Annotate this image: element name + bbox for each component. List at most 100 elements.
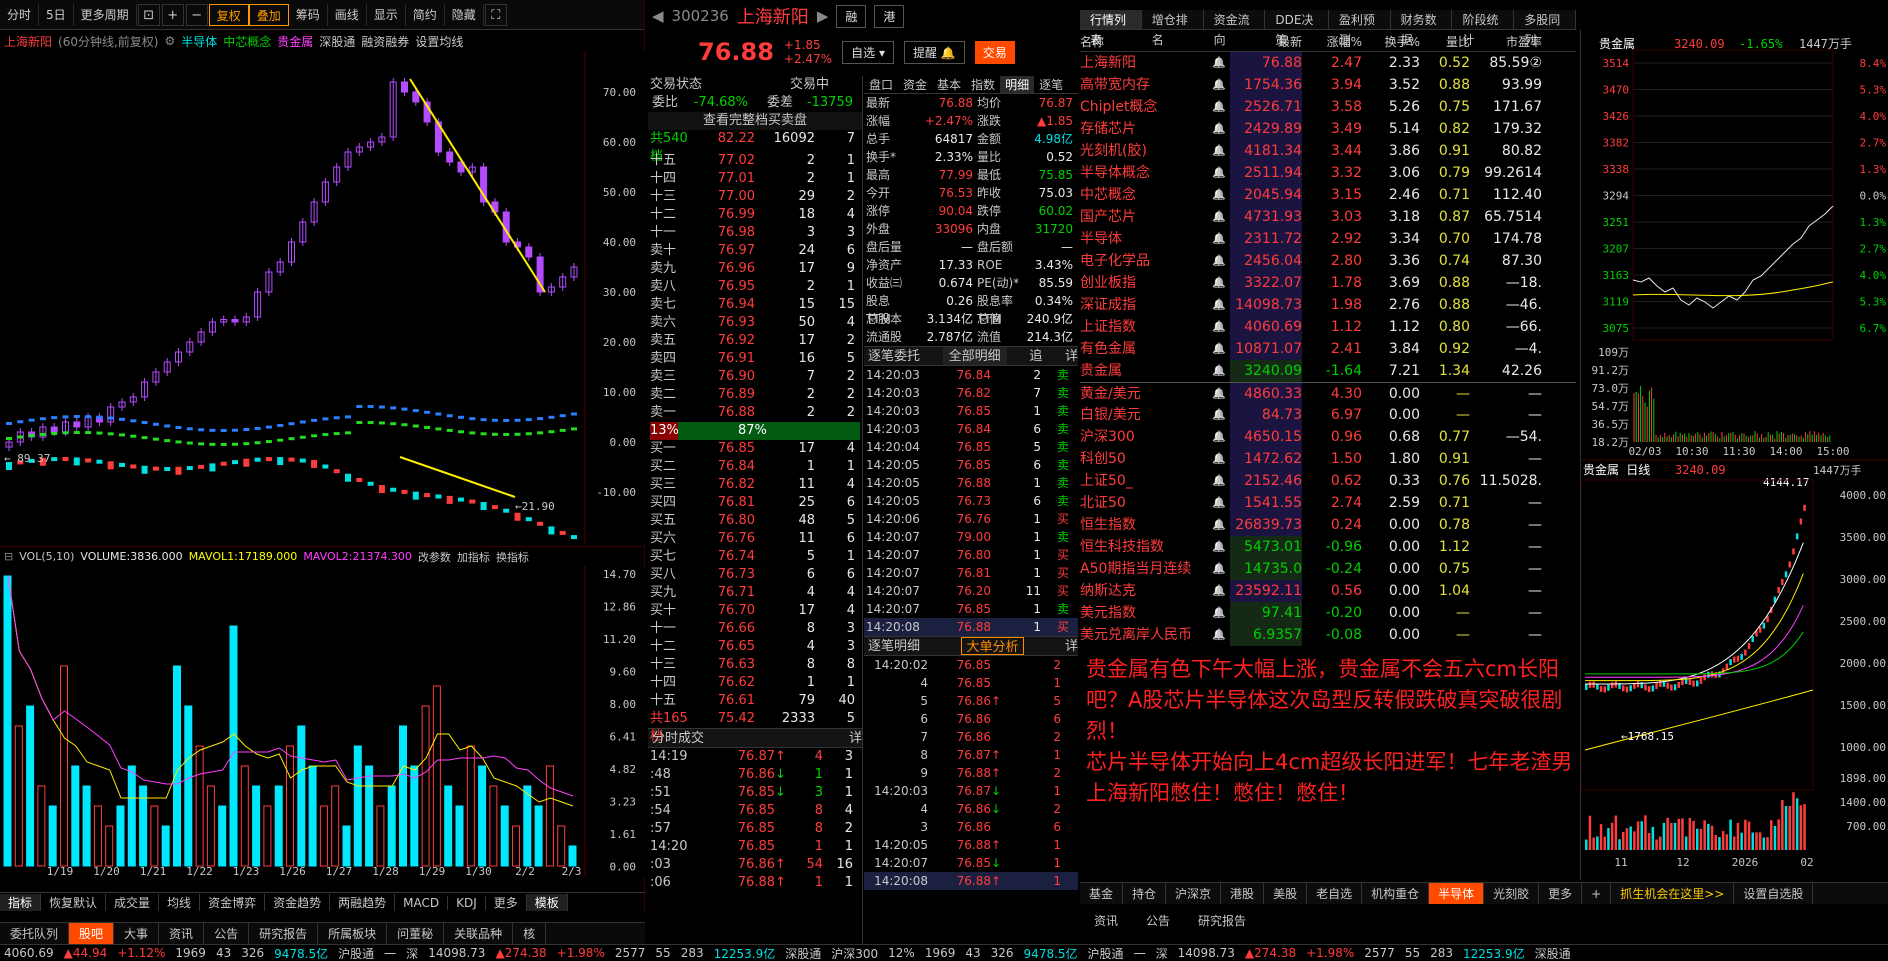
quote-row[interactable]: 沪深300 🔔 4650.15 0.96 0.68 0.77 —54.: [1080, 426, 1576, 448]
zoom-out-icon[interactable]: −: [186, 4, 208, 26]
quote-row[interactable]: 恒生指数 🔔 26839.73 0.24 0.00 0.78—: [1080, 514, 1576, 536]
period-tab-5day[interactable]: 5日: [39, 4, 74, 26]
indicator-tab[interactable]: KDJ: [448, 896, 486, 910]
remind-button[interactable]: 提醒 🔔: [904, 41, 965, 64]
close-icon[interactable]: ⊟: [4, 550, 13, 563]
quote-tab[interactable]: 多股同列: [1514, 10, 1576, 29]
quote-row[interactable]: 美元兑离岸人民币 🔔 6.9357 -0.08 0.00— —: [1080, 624, 1576, 646]
quote-row[interactable]: 存储芯片 🔔 2429.89 3.49 5.14 0.82 179.32: [1080, 118, 1576, 140]
vol-change-param[interactable]: 改参数: [418, 549, 451, 565]
volume-chart[interactable]: 14.70 12.86 11.20 9.60 8.00 6.41 4.82 3.23 1.61 0…: [0, 566, 645, 876]
watchlist-tab[interactable]: 半导体: [1429, 883, 1484, 904]
watchlist-tab[interactable]: 老自选: [1307, 883, 1362, 904]
indicator-tab[interactable]: MACD: [395, 896, 448, 910]
quote-row[interactable]: 半导体概念 🔔 2511.94 3.32 3.06 0.79 99.2614: [1080, 162, 1576, 184]
bell-icon[interactable]: 🔔: [1208, 448, 1230, 470]
bell-icon[interactable]: 🔔: [1208, 624, 1230, 646]
quote-row[interactable]: 黄金/美元 🔔 4860.33 4.30 0.00 — —: [1080, 382, 1576, 404]
quote-tab[interactable]: 盈利预测: [1329, 10, 1391, 29]
bell-icon[interactable]: 🔔: [1208, 206, 1230, 228]
bell-icon[interactable]: 🔔: [1208, 228, 1230, 250]
quote-row[interactable]: 光刻机(胶) 🔔 4181.34 3.44 3.86 0.91 80.82: [1080, 140, 1576, 162]
chips-button[interactable]: 筹码: [289, 4, 328, 26]
indicator-tab[interactable]: 资金博弈: [200, 894, 265, 911]
kline-chart[interactable]: 70.00 60.00 50.00 40.00 30.00 20.00 10.00 0.00 -…: [0, 52, 645, 544]
bell-icon[interactable]: 🔔: [1208, 558, 1230, 580]
bell-icon[interactable]: 🔔: [1208, 536, 1230, 558]
next-stock-icon[interactable]: ▶: [817, 7, 829, 25]
period-tab-intraday[interactable]: 分时: [0, 4, 39, 26]
detail-tab[interactable]: 资金: [898, 76, 932, 93]
info-tab[interactable]: 大事: [114, 923, 159, 945]
quote-row[interactable]: 上证50_ 🔔 2152.46 0.62 0.33 0.76 11.5028.: [1080, 470, 1576, 492]
quote-row[interactable]: 上海新阳 🔔 76.88 2.47 2.33 0.52 85.59②: [1080, 52, 1576, 74]
quote-col-header[interactable]: 最新: [1230, 32, 1302, 51]
hide-button[interactable]: 隐藏: [445, 4, 484, 26]
full-book-row[interactable]: 查看完整档买卖盘: [648, 112, 862, 130]
bell-icon[interactable]: 🔔: [1208, 383, 1230, 404]
overlay-precious[interactable]: 贵金属: [277, 33, 313, 50]
quote-col-header[interactable]: 涨幅%: [1302, 32, 1362, 51]
link-margin[interactable]: 融资融券: [361, 33, 409, 50]
quote-tab[interactable]: DDE决策: [1265, 10, 1329, 29]
indicator-tab[interactable]: 指标: [0, 894, 41, 911]
quote-tab[interactable]: 财务数据: [1391, 10, 1453, 29]
link-ma-setting[interactable]: 设置均线: [415, 33, 463, 50]
obo-filter[interactable]: 全部明细: [943, 347, 1007, 365]
detail-tab[interactable]: 逐笔: [1034, 76, 1068, 93]
bell-icon[interactable]: 🔔: [1208, 96, 1230, 118]
quote-col-header[interactable]: 换手%: [1362, 32, 1420, 51]
bell-icon[interactable]: 🔔: [1208, 602, 1230, 624]
obo-chase[interactable]: 追: [1029, 347, 1042, 365]
quote-row[interactable]: Chiplet概念 🔔 2526.71 3.58 5.26 0.75 171.67: [1080, 96, 1576, 118]
trade-button[interactable]: 交易: [975, 41, 1015, 64]
quote-row[interactable]: 北证50 🔔 1541.55 2.74 2.59 0.71 —: [1080, 492, 1576, 514]
period-more[interactable]: 更多周期: [74, 4, 137, 26]
watchlist-tab[interactable]: 持仓: [1123, 883, 1166, 904]
overlay-semiconductor[interactable]: 半导体: [181, 33, 217, 50]
watchlist-tab[interactable]: +: [1582, 883, 1611, 904]
obo-detail[interactable]: 详: [1065, 347, 1078, 365]
quote-row[interactable]: 高带宽内存 🔔 1754.36 3.94 3.52 0.88 93.99: [1080, 74, 1576, 96]
indicator-tab[interactable]: 均线: [159, 894, 200, 911]
watchlist-tab[interactable]: 美股: [1264, 883, 1307, 904]
quote-row[interactable]: 电子化学品 🔔 2456.04 2.80 3.36 0.74 87.30: [1080, 250, 1576, 272]
bell-icon[interactable]: 🔔: [1208, 162, 1230, 184]
quote-row[interactable]: 深证成指 🔔 14098.73 1.98 2.76 0.88 —46.: [1080, 294, 1576, 316]
info-tab[interactable]: 委托队列: [0, 923, 69, 945]
watchlist-tab[interactable]: 港股: [1221, 883, 1264, 904]
watchlist-tab[interactable]: 机构重仓: [1362, 883, 1429, 904]
fullscreen-icon[interactable]: ⛶: [485, 4, 507, 26]
bell-icon[interactable]: 🔔: [1208, 272, 1230, 294]
news-tab[interactable]: 资讯: [1080, 910, 1132, 932]
vol-swap-indicator[interactable]: 换指标: [496, 549, 529, 565]
bell-icon[interactable]: 🔔: [1208, 74, 1230, 96]
bell-icon[interactable]: 🔔: [1208, 470, 1230, 492]
bell-icon[interactable]: 🔔: [1208, 514, 1230, 536]
indicator-tab[interactable]: 恢复默认: [41, 894, 106, 911]
quote-row[interactable]: 有色金属 🔔 10871.07 2.41 3.84 0.92 —4.: [1080, 338, 1576, 360]
info-tab[interactable]: 股吧: [69, 923, 114, 945]
quote-col-header[interactable]: 市盈率: [1470, 32, 1542, 51]
quote-row[interactable]: 纳斯达克 🔔 23592.11 0.56 0.00 1.04 —: [1080, 580, 1576, 602]
quote-tab[interactable]: 资金流向: [1204, 10, 1266, 29]
info-tab[interactable]: 研究报告: [249, 923, 318, 945]
info-tab[interactable]: 关联品种: [444, 923, 513, 945]
zoom-in-icon[interactable]: +: [162, 4, 184, 26]
quote-col-header[interactable]: 名称: [1080, 32, 1230, 51]
watchlist-tab[interactable]: 抓生机会在这里>>: [1611, 883, 1734, 904]
quote-row[interactable]: 创业板指 🔔 3322.07 1.78 3.69 0.88 —18.: [1080, 272, 1576, 294]
simple-button[interactable]: 简约: [406, 4, 445, 26]
indicator-tab[interactable]: 模板: [527, 894, 568, 911]
ticks-detail-button[interactable]: 详: [849, 729, 862, 747]
quote-row[interactable]: 恒生科技指数 🔔 5473.01 -0.96 0.00 1.12—: [1080, 536, 1576, 558]
watchlist-tab[interactable]: 光刻胶: [1484, 883, 1539, 904]
prev-stock-icon[interactable]: ◀: [652, 7, 664, 25]
overlay-button[interactable]: 叠加: [249, 4, 289, 26]
quote-row[interactable]: 上证指数 🔔 4060.69 1.12 1.12 0.80 —66.: [1080, 316, 1576, 338]
quote-row[interactable]: 半导体 🔔 2311.72 2.92 3.34 0.70 174.78: [1080, 228, 1576, 250]
window-icon[interactable]: ⊡: [138, 4, 160, 26]
indicator-tab[interactable]: 更多: [486, 894, 527, 911]
quote-row[interactable]: 中芯概念 🔔 2045.94 3.15 2.46 0.71 112.40: [1080, 184, 1576, 206]
bell-icon[interactable]: 🔔: [1208, 360, 1230, 382]
